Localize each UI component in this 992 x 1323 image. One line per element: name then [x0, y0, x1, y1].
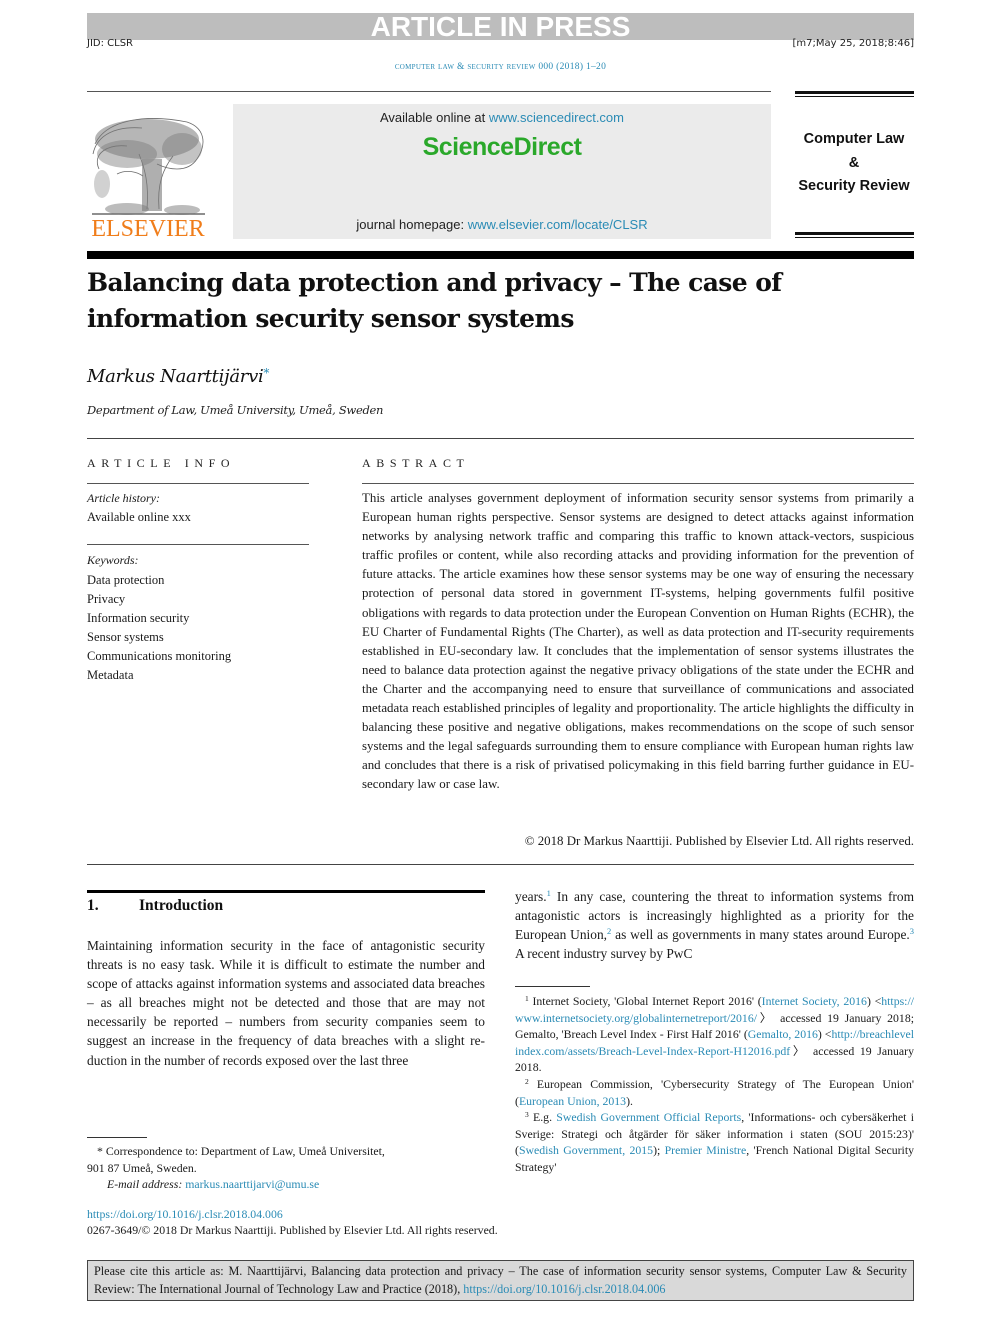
footnotes: 1 Internet Society, 'Global Internet Rep… — [515, 993, 914, 1176]
homepage-prefix: journal homepage: — [356, 217, 468, 232]
keywords-label: Keywords: — [87, 553, 139, 567]
divider — [87, 483, 309, 484]
footnote-text: ) < — [817, 1027, 832, 1042]
footnote-rule — [515, 986, 590, 987]
email-label: E-mail address: — [107, 1177, 183, 1192]
divider — [87, 438, 914, 439]
footnote-3: 3 E.g. Swedish Government Official Repor… — [515, 1109, 914, 1175]
correspondence-text: Correspondence to: Department of Law, Um… — [102, 1144, 385, 1158]
citation-box: Please cite this article as: M. Naarttij… — [87, 1260, 914, 1301]
sciencedirect-link[interactable]: www.sciencedirect.com — [489, 110, 624, 125]
masthead-thick-rule — [87, 251, 914, 259]
reference-link[interactable]: European Union, 2013 — [519, 1094, 626, 1108]
journal-id: JID: CLSR — [87, 38, 133, 49]
journal-rule-top — [795, 91, 914, 97]
correspondence-note: * Correspondence to: Department of Law, … — [87, 1143, 485, 1193]
keyword-item: Privacy — [87, 592, 126, 606]
affiliation: Department of Law, Umeå University, Umeå… — [87, 403, 384, 417]
section-title: Introduction — [139, 897, 224, 914]
journal-name-line: & — [848, 154, 860, 171]
keywords-list: Data protection Privacy Information secu… — [87, 571, 231, 685]
article-history-label: Article history: — [87, 491, 160, 505]
corresponding-author-marker[interactable]: * — [263, 366, 269, 380]
section-rule — [87, 890, 485, 893]
email-link[interactable]: markus.naarttijarvi@umu.se — [185, 1177, 319, 1191]
reference-link[interactable]: Internet Soci­ety, 2016 — [762, 994, 867, 1008]
body-paragraph-left: Maintaining information security in the … — [87, 938, 485, 1068]
available-online-line: Available online at www.sciencedirect.co… — [233, 110, 771, 125]
keyword-item: Data protection — [87, 573, 165, 587]
elsevier-wordmark: ELSEVIER — [91, 216, 205, 242]
keyword-item: Sensor systems — [87, 630, 164, 644]
footnote-1: 1 Internet Society, 'Global Internet Rep… — [515, 993, 914, 1076]
issn-copyright: 0267-3649/© 2018 Dr Markus Naarttiji. Pu… — [87, 1223, 498, 1237]
section-number: 1. — [87, 897, 99, 914]
body-paragraph-right: years.1 In any case, countering the thre… — [515, 887, 914, 963]
article-history-value: Available online xxx — [87, 510, 191, 524]
sciencedirect-logo: ScienceDirect — [422, 133, 582, 161]
journal-rule-bottom — [795, 232, 914, 238]
journal-name-line: Security Review — [798, 178, 910, 194]
abstract-text: This article analyses government deploym… — [362, 491, 914, 792]
abstract-heading: ABSTRACT — [362, 456, 470, 470]
author-line: Markus Naarttijärvi* — [87, 366, 269, 387]
footnote-ref[interactable]: 3 — [910, 926, 914, 936]
reference-link[interactable]: Swedish Government, 2015 — [519, 1143, 653, 1157]
footnote-text: ). — [626, 1093, 633, 1108]
email-line: E-mail address: markus.naarttijarvi@umu.… — [87, 1176, 485, 1193]
footnote-text: Internet Society, 'Global Internet Repor… — [528, 994, 762, 1008]
article-title-line: information security sensor systems — [87, 304, 574, 333]
running-head: computer law & security review 000 (2018… — [394, 62, 607, 72]
body-text: as well as governments in many states ar… — [611, 927, 910, 943]
footnote-rule — [87, 1137, 147, 1138]
abstract-copyright: © 2018 Dr Markus Naarttiji. Published by… — [524, 834, 914, 848]
body-text: A recent industry survey by PwC — [515, 946, 693, 962]
reference-link[interactable]: Premier Ministre — [665, 1143, 747, 1157]
journal-homepage-link[interactable]: www.elsevier.com/locate/CLSR — [468, 217, 648, 232]
masthead-rule — [87, 91, 771, 92]
journal-name: Computer Law & Security Review — [790, 128, 918, 199]
available-prefix: Available online at — [379, 110, 489, 125]
journal-name-line: Computer Law — [803, 131, 905, 147]
body-text: years. — [515, 889, 547, 904]
keyword-item: Communications monitoring — [87, 649, 232, 663]
article-info-heading: ARTICLE INFO — [87, 456, 236, 470]
keyword-item: Metadata — [87, 668, 134, 682]
footnote-text: ) < — [866, 994, 882, 1008]
section-heading: 1. Introduction — [87, 897, 223, 915]
reference-link[interactable]: Swedish Government Official Reports — [556, 1110, 741, 1124]
footnote-text: E.g. — [528, 1110, 557, 1125]
doi-link[interactable]: https://doi.org/10.1016/j.clsr.2018.04.0… — [87, 1207, 283, 1222]
article-title-line: Balancing data protection and privacy – … — [87, 268, 782, 297]
divider — [87, 864, 914, 865]
keyword-item: Information security — [87, 611, 190, 625]
correspondence-line: 901 87 Umeå, Sweden. — [87, 1160, 197, 1175]
citation-doi-link[interactable]: https://doi.org/10.1016/j.clsr.2018.04.0… — [463, 1282, 665, 1296]
reference-link[interactable]: Gemalto, 2016 — [748, 1027, 818, 1041]
correspondence-line: * Correspondence to: Department of Law, … — [87, 1143, 485, 1160]
article-title: Balancing data protection and privacy – … — [87, 265, 847, 337]
processing-stamp: [m7;May 25, 2018;8:46] — [792, 38, 914, 49]
footnote-2: 2 European Commission, 'Cybersecurity St… — [515, 1076, 914, 1109]
footnote-text: ); — [653, 1143, 665, 1158]
divider — [362, 483, 914, 484]
author-name: Markus Naarttijärvi — [87, 366, 264, 387]
article-in-press-banner: ARTICLE IN PRESS — [87, 13, 914, 41]
divider — [87, 544, 309, 545]
journal-homepage-line: journal homepage: www.elsevier.com/locat… — [233, 217, 771, 232]
